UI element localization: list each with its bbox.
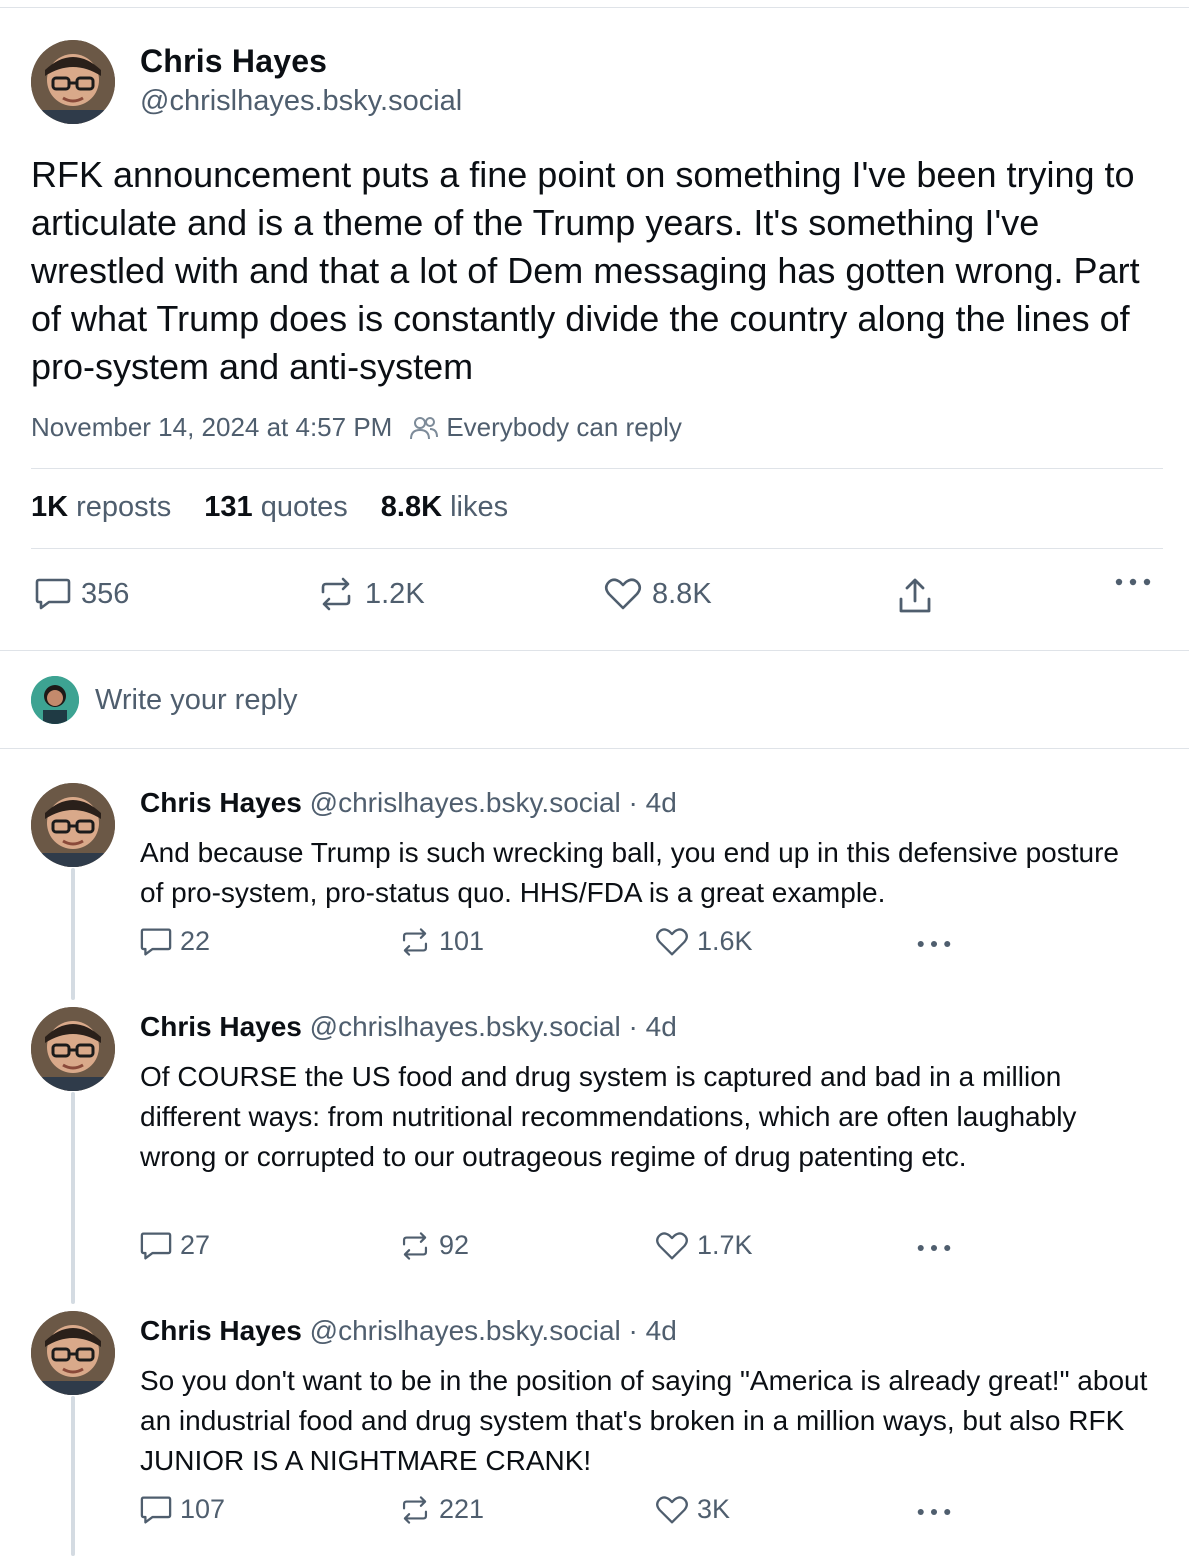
- post-timestamp[interactable]: November 14, 2024 at 4:57 PM: [31, 412, 392, 443]
- reply-author-name[interactable]: Chris Hayes: [140, 1315, 302, 1346]
- heart-icon: [604, 578, 642, 610]
- speech-bubble-icon: [35, 578, 71, 610]
- heart-icon: [656, 927, 688, 955]
- reply-avatar[interactable]: [31, 783, 115, 867]
- reply-button[interactable]: 356: [35, 577, 129, 611]
- post-text: RFK announcement puts a fine point on so…: [31, 154, 1140, 387]
- repost-arrows-icon: [402, 1231, 428, 1260]
- reply-avatar[interactable]: [31, 1007, 115, 1091]
- likes-stat[interactable]: 8.8K likes: [381, 491, 508, 524]
- reply-text: So you don't want to be in the position …: [140, 1365, 1148, 1476]
- like-button[interactable]: 8.8K: [604, 577, 712, 611]
- repost-count: 101: [439, 926, 485, 956]
- share-button[interactable]: [897, 577, 943, 615]
- reply-count: 22: [180, 926, 211, 956]
- ellipsis-icon: [917, 1508, 951, 1516]
- reply-button[interactable]: 107: [140, 1494, 225, 1525]
- ellipsis-icon: [1115, 578, 1151, 586]
- heart-icon: [656, 1495, 688, 1523]
- divider: [0, 650, 1189, 651]
- speech-bubble-icon: [140, 1496, 172, 1523]
- repost-arrows-icon: [402, 927, 428, 956]
- reply-handle-time: @chrislhayes.bsky.social · 4d: [309, 1011, 677, 1042]
- divider: [31, 468, 1163, 469]
- post-actions: 356 1.2K 8.8K: [31, 577, 1163, 621]
- reply-composer[interactable]: Write your reply: [31, 676, 298, 724]
- like-button[interactable]: 1.7K: [655, 1230, 753, 1261]
- more-button[interactable]: [1114, 577, 1162, 587]
- reposts-stat[interactable]: 1K reposts: [31, 491, 171, 524]
- reposts-label: reposts: [76, 491, 172, 523]
- post-stats: 1K reposts 131 quotes 8.8K likes: [31, 491, 541, 524]
- post-meta: November 14, 2024 at 4:57 PM Everybody c…: [31, 412, 682, 443]
- reposts-count: 1K: [31, 491, 69, 523]
- like-count: 8.8K: [652, 577, 712, 610]
- more-button[interactable]: [916, 1243, 960, 1253]
- repost-button[interactable]: 1.2K: [317, 577, 425, 611]
- ellipsis-icon: [917, 1244, 951, 1252]
- author-name[interactable]: Chris Hayes: [140, 43, 327, 80]
- reply-setting: Everybody can reply: [446, 412, 682, 442]
- reply-header: Chris Hayes @chrislhayes.bsky.social · 4…: [140, 787, 677, 819]
- speech-bubble-icon: [140, 1232, 172, 1259]
- repost-button[interactable]: 221: [399, 1494, 484, 1525]
- quotes-label: quotes: [260, 491, 348, 523]
- author-handle[interactable]: @chrislhayes.bsky.social: [140, 85, 462, 118]
- repost-count: 221: [439, 1494, 485, 1524]
- likes-label: likes: [450, 491, 509, 523]
- reply-header: Chris Hayes @chrislhayes.bsky.social · 4…: [140, 1315, 677, 1347]
- divider: [31, 548, 1163, 549]
- repost-button[interactable]: 92: [399, 1230, 469, 1261]
- author-avatar[interactable]: [31, 40, 115, 124]
- like-button[interactable]: 1.6K: [655, 926, 753, 957]
- like-button[interactable]: 3K: [655, 1494, 730, 1525]
- quotes-stat[interactable]: 131 quotes: [204, 491, 348, 524]
- reply-count: 27: [180, 1230, 211, 1260]
- reply-count: 356: [81, 577, 130, 610]
- quotes-count: 131: [204, 491, 253, 523]
- repost-arrows-icon: [402, 1495, 428, 1524]
- user-avatar: [31, 676, 79, 724]
- reply-count: 107: [180, 1494, 226, 1524]
- reply-actions: 27 92 1.7K: [140, 1230, 1040, 1266]
- like-count: 3K: [697, 1494, 731, 1524]
- divider: [0, 748, 1189, 749]
- repost-count: 92: [439, 1230, 470, 1260]
- reply-author-name[interactable]: Chris Hayes: [140, 787, 302, 818]
- reply-actions: 107 221 3K: [140, 1494, 1040, 1530]
- more-button[interactable]: [916, 939, 960, 949]
- thread-reply[interactable]: Chris Hayes @chrislhayes.bsky.social · 4…: [31, 1311, 1161, 1541]
- reply-text: Of COURSE the US food and drug system is…: [140, 1061, 1077, 1172]
- reply-text: And because Trump is such wrecking ball,…: [140, 837, 1120, 908]
- reply-avatar[interactable]: [31, 1311, 115, 1395]
- share-upload-icon: [899, 578, 931, 613]
- people-icon: [410, 415, 439, 441]
- reply-input-placeholder[interactable]: Write your reply: [95, 684, 298, 717]
- thread-reply[interactable]: Chris Hayes @chrislhayes.bsky.social · 4…: [31, 783, 1161, 973]
- like-count: 1.6K: [697, 926, 753, 956]
- repost-count: 1.2K: [365, 577, 425, 610]
- like-count: 1.7K: [697, 1230, 753, 1260]
- thread-reply[interactable]: Chris Hayes @chrislhayes.bsky.social · 4…: [31, 1007, 1161, 1277]
- reply-author-name[interactable]: Chris Hayes: [140, 1011, 302, 1042]
- reply-actions: 22 101 1.6K: [140, 926, 1040, 962]
- heart-icon: [656, 1231, 688, 1259]
- repost-arrows-icon: [321, 577, 351, 611]
- reply-header: Chris Hayes @chrislhayes.bsky.social · 4…: [140, 1011, 677, 1043]
- speech-bubble-icon: [140, 928, 172, 955]
- reply-handle-time: @chrislhayes.bsky.social · 4d: [309, 1315, 677, 1346]
- more-button[interactable]: [916, 1507, 960, 1517]
- reply-button[interactable]: 27: [140, 1230, 210, 1261]
- reply-handle-time: @chrislhayes.bsky.social · 4d: [309, 787, 677, 818]
- reply-button[interactable]: 22: [140, 926, 210, 957]
- likes-count: 8.8K: [380, 491, 443, 523]
- repost-button[interactable]: 101: [399, 926, 484, 957]
- ellipsis-icon: [917, 940, 951, 948]
- top-divider: [0, 7, 1189, 8]
